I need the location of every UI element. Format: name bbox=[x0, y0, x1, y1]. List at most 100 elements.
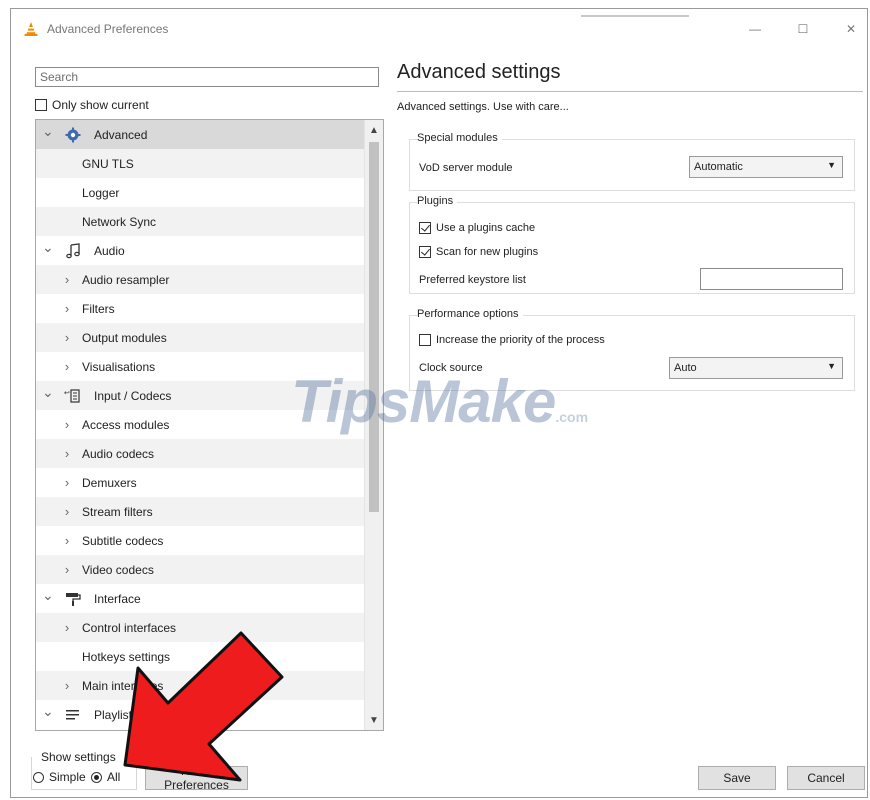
category-tree[interactable]: ⌄ Advanced GNU TLS Logger Network Sync ⌄ Audio… bbox=[35, 119, 384, 731]
only-show-current-label: Only show current bbox=[52, 98, 149, 112]
tree-item-advanced[interactable]: ⌄ Advanced bbox=[36, 120, 364, 149]
clock-source-select[interactable]: Auto ▼ bbox=[669, 357, 843, 379]
scroll-up-arrow[interactable]: ▲ bbox=[365, 122, 383, 138]
chevron-right-icon[interactable]: › bbox=[62, 620, 72, 635]
tree-item-interface[interactable]: ⌄ Interface bbox=[36, 584, 364, 613]
chevron-right-icon[interactable]: › bbox=[62, 301, 72, 316]
simple-radio-circle[interactable] bbox=[33, 771, 44, 783]
chevron-down-icon[interactable]: ⌄ bbox=[42, 587, 54, 604]
scroll-down-arrow[interactable]: ▼ bbox=[365, 712, 383, 728]
use-plugins-cache-label: Use a plugins cache bbox=[436, 222, 536, 234]
tree-item-label: Subtitle codecs bbox=[82, 533, 164, 548]
tree-item-audio-resampler[interactable]: › Audio resampler bbox=[36, 265, 364, 294]
use-plugins-cache-checkbox[interactable]: Use a plugins cache bbox=[419, 222, 535, 234]
cancel-button[interactable]: Cancel bbox=[787, 766, 865, 790]
tree-item-subtitle-codecs[interactable]: › Subtitle codecs bbox=[36, 526, 364, 555]
reset-preferences-button[interactable]: Reset Preferences bbox=[145, 764, 248, 792]
performance-options-label: Performance options bbox=[417, 308, 523, 320]
chevron-right-icon[interactable]: › bbox=[62, 272, 72, 287]
category-tree-list: ⌄ Advanced GNU TLS Logger Network Sync ⌄ Audio… bbox=[36, 120, 364, 729]
only-show-current-box[interactable] bbox=[35, 99, 47, 111]
scroll-thumb[interactable] bbox=[369, 142, 379, 512]
tree-item-logger[interactable]: Logger bbox=[36, 178, 364, 207]
clock-source-value: Auto bbox=[674, 362, 697, 374]
tree-item-gnu-tls[interactable]: GNU TLS bbox=[36, 149, 364, 178]
simple-radio-label: Simple bbox=[49, 770, 86, 784]
save-button[interactable]: Save bbox=[698, 766, 776, 790]
tree-item-label: Filters bbox=[82, 301, 115, 316]
tree-item-playlist[interactable]: ⌄ Playlist bbox=[36, 700, 364, 729]
title-bar[interactable]: Advanced Preferences — ☐ ✕ bbox=[11, 9, 867, 49]
performance-options-group bbox=[409, 315, 855, 391]
all-radio-label: All bbox=[107, 770, 121, 784]
tree-item-label: Audio bbox=[94, 243, 125, 258]
chevron-right-icon[interactable]: › bbox=[62, 330, 72, 345]
tree-item-demuxers[interactable]: › Demuxers bbox=[36, 468, 364, 497]
chevron-down-icon[interactable]: ⌄ bbox=[42, 123, 54, 140]
tree-item-stream-filters[interactable]: › Stream filters bbox=[36, 497, 364, 526]
tree-item-audio-codecs[interactable]: › Audio codecs bbox=[36, 439, 364, 468]
tree-item-label: Access modules bbox=[82, 417, 170, 432]
tree-item-label: Hotkeys settings bbox=[82, 649, 171, 664]
tree-item-hotkeys-settings[interactable]: Hotkeys settings bbox=[36, 642, 364, 671]
show-settings-label: Show settings bbox=[41, 750, 116, 764]
gear-icon bbox=[64, 126, 82, 144]
playlist-icon bbox=[64, 706, 82, 724]
plugins-label: Plugins bbox=[417, 195, 458, 207]
tree-item-output-modules[interactable]: › Output modules bbox=[36, 323, 364, 352]
close-button[interactable]: ✕ bbox=[841, 19, 861, 39]
tree-item-video-codecs[interactable]: › Video codecs bbox=[36, 555, 364, 584]
tree-item-input-codecs[interactable]: ⌄ ↩ Input / Codecs bbox=[36, 381, 364, 410]
chevron-down-icon[interactable]: ⌄ bbox=[42, 703, 54, 720]
chevron-right-icon[interactable]: › bbox=[62, 446, 72, 461]
tree-item-label: Control interfaces bbox=[82, 620, 177, 635]
page-subtitle: Advanced settings. Use with care... bbox=[397, 101, 569, 113]
scan-new-plugins-box[interactable] bbox=[419, 246, 431, 258]
vlc-cone-icon bbox=[24, 22, 38, 36]
tree-item-main-interfaces[interactable]: › Main interfaces bbox=[36, 671, 364, 700]
chevron-right-icon[interactable]: › bbox=[62, 562, 72, 577]
tree-item-label: Logger bbox=[82, 185, 120, 200]
tree-item-label: Network Sync bbox=[82, 214, 157, 229]
maximize-button[interactable]: ☐ bbox=[793, 19, 813, 39]
simple-radio[interactable]: Simple bbox=[33, 770, 86, 784]
tree-item-label: Video codecs bbox=[82, 562, 154, 577]
tree-item-audio[interactable]: ⌄ Audio bbox=[36, 236, 364, 265]
increase-priority-checkbox[interactable]: Increase the priority of the process bbox=[419, 334, 605, 346]
search-input[interactable] bbox=[35, 67, 379, 87]
tree-scrollbar[interactable]: ▲ ▼ bbox=[364, 120, 383, 730]
tree-item-label: Main interfaces bbox=[82, 678, 164, 693]
preferred-keystore-label: Preferred keystore list bbox=[419, 274, 526, 286]
tree-item-filters[interactable]: › Filters bbox=[36, 294, 364, 323]
all-radio[interactable]: All bbox=[91, 770, 120, 784]
tree-item-label: Visualisations bbox=[82, 359, 156, 374]
chevron-down-icon[interactable]: ⌄ bbox=[42, 384, 54, 401]
tree-item-label: Interface bbox=[94, 591, 141, 606]
only-show-current-checkbox[interactable]: Only show current bbox=[35, 98, 149, 112]
increase-priority-box[interactable] bbox=[419, 334, 431, 346]
scan-new-plugins-label: Scan for new plugins bbox=[436, 246, 539, 258]
tree-item-label: GNU TLS bbox=[82, 156, 134, 171]
tree-item-network-sync[interactable]: Network Sync bbox=[36, 207, 364, 236]
paint-roller-icon bbox=[64, 590, 82, 608]
chevron-right-icon[interactable]: › bbox=[62, 504, 72, 519]
all-radio-circle[interactable] bbox=[91, 771, 102, 783]
tree-item-label: Input / Codecs bbox=[94, 388, 172, 403]
minimize-button[interactable]: — bbox=[745, 19, 765, 39]
tree-item-access-modules[interactable]: › Access modules bbox=[36, 410, 364, 439]
title-bar-accent bbox=[581, 15, 689, 17]
vod-server-module-select[interactable]: Automatic ▼ bbox=[689, 156, 843, 178]
use-plugins-cache-box[interactable] bbox=[419, 222, 431, 234]
preferred-keystore-input[interactable] bbox=[700, 268, 843, 290]
tree-item-label: Audio codecs bbox=[82, 446, 155, 461]
chevron-right-icon[interactable]: › bbox=[62, 417, 72, 432]
tree-item-visualisations[interactable]: › Visualisations bbox=[36, 352, 364, 381]
chevron-right-icon[interactable]: › bbox=[62, 533, 72, 548]
chevron-right-icon[interactable]: › bbox=[62, 678, 72, 693]
tree-item-control-interfaces[interactable]: › Control interfaces bbox=[36, 613, 364, 642]
chevron-right-icon[interactable]: › bbox=[62, 475, 72, 490]
scan-new-plugins-checkbox[interactable]: Scan for new plugins bbox=[419, 246, 538, 258]
chevron-down-icon[interactable]: ⌄ bbox=[42, 239, 54, 256]
chevron-right-icon[interactable]: › bbox=[62, 359, 72, 374]
special-modules-label: Special modules bbox=[417, 132, 502, 144]
